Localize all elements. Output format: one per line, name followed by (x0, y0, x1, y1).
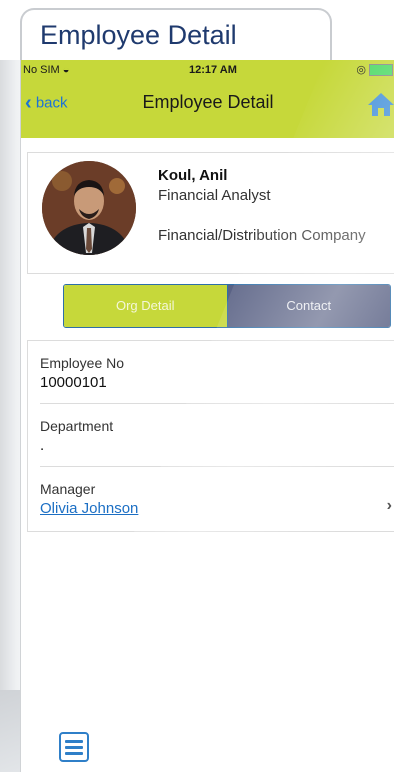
employee-avatar (42, 161, 136, 255)
alarm-icon: ◎ (356, 64, 366, 76)
hamburger-menu-icon-line (65, 746, 83, 749)
phone-screen: No SIM ◒ 12:17 AM ◎ Employee Detail ‹ ba… (20, 60, 394, 772)
chevron-right-icon[interactable]: › (387, 497, 392, 515)
department-value: . (40, 437, 45, 454)
back-button[interactable]: ‹ back (25, 92, 68, 115)
battery-icon (369, 64, 393, 77)
profile-card: Koul, Anil Financial Analyst Financial/D… (27, 152, 394, 274)
employee-no-label: Employee No (40, 355, 125, 371)
list-item-employee-no: Employee No 10000101 (28, 341, 394, 404)
department-label: Department (40, 418, 114, 434)
manager-link[interactable]: Olivia Johnson (40, 500, 138, 517)
employee-company: Financial/Distribution Company (158, 227, 366, 244)
list-item-manager[interactable]: Manager Olivia Johnson › (28, 467, 394, 530)
wifi-icon: ◒ (62, 64, 70, 76)
employee-job-title: Financial Analyst (158, 187, 271, 204)
tab-org-detail[interactable]: Org Detail (64, 285, 228, 327)
detail-tabs: Org Detail Contact (63, 284, 391, 328)
status-bar: No SIM ◒ 12:17 AM ◎ (21, 60, 394, 80)
caption-tab: Employee Detail (20, 8, 332, 68)
hamburger-menu-button[interactable] (59, 732, 89, 762)
hamburger-menu-icon-line (65, 752, 83, 755)
home-icon[interactable] (367, 90, 394, 118)
employee-name: Koul, Anil (158, 167, 228, 184)
manager-label: Manager (40, 481, 96, 497)
hamburger-menu-icon (65, 740, 83, 743)
list-item-department: Department . (28, 404, 394, 467)
back-label: back (35, 94, 68, 112)
status-time: 12:17 AM (189, 64, 237, 76)
caption-title: Employee Detail (40, 20, 237, 50)
nav-title: Employee Detail (142, 92, 274, 112)
status-carrier-group: No SIM ◒ (23, 64, 69, 76)
status-carrier: No SIM (23, 64, 60, 76)
status-right-group: ◎ (356, 63, 393, 77)
tab-contact[interactable]: Contact (227, 285, 390, 327)
detail-list: Employee No 10000101 Department . Manage… (27, 340, 394, 532)
back-chevron-icon: ‹ (25, 92, 32, 114)
employee-no-value: 10000101 (40, 374, 107, 391)
navigation-bar: Employee Detail ‹ back (21, 80, 394, 138)
